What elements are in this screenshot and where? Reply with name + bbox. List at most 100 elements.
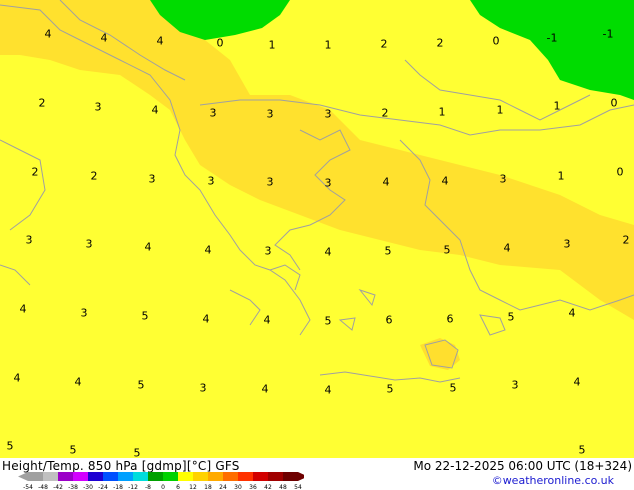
- map-value-label: 4: [44, 27, 52, 41]
- legend-swatch: [238, 472, 253, 481]
- legend-swatch: [163, 472, 178, 481]
- map-value-label: 3: [499, 172, 507, 186]
- map-value-label: 0: [610, 96, 618, 110]
- map-value-label: 3: [511, 378, 519, 392]
- footer-bar: Height/Temp. 850 hPa [gdmp][°C] GFS Mo 2…: [0, 458, 634, 490]
- legend-tick-label: -8: [145, 484, 151, 490]
- legend-tick-label: 36: [249, 484, 257, 490]
- legend-tick-label: 12: [189, 484, 197, 490]
- map-value-label: 4: [74, 375, 82, 389]
- map-value-label: -1: [602, 27, 614, 41]
- map-value-label: 4: [204, 243, 212, 257]
- legend-swatch: [118, 472, 133, 481]
- map-value-label: 2: [31, 165, 39, 179]
- map-value-label: 5: [133, 446, 141, 459]
- legend-swatch: [193, 472, 208, 481]
- legend-tick-label: 6: [176, 484, 180, 490]
- map-value-label: 5: [384, 244, 392, 258]
- legend-swatch: [178, 472, 193, 481]
- map-value-label: 3: [266, 175, 274, 189]
- map-value-label: 1: [438, 105, 446, 119]
- map-value-label: 0: [616, 165, 624, 179]
- map-value-label: 2: [90, 169, 98, 183]
- map-value-label: 5: [137, 378, 145, 392]
- legend-tick-label: -42: [53, 484, 63, 490]
- map-value-label: 3: [563, 237, 571, 251]
- map-value-label: 5: [507, 310, 515, 324]
- map-value-label: 1: [268, 38, 276, 52]
- map-value-label: 5: [578, 443, 586, 457]
- legend-swatch: [223, 472, 238, 481]
- legend-tick-label: 30: [234, 484, 242, 490]
- map-value-label: 3: [80, 306, 88, 320]
- map-value-label: 5: [324, 314, 332, 328]
- map-value-label: 3: [85, 237, 93, 251]
- map-value-label: 4: [503, 241, 511, 255]
- legend-tick-label: 18: [204, 484, 212, 490]
- legend-tick-label: -18: [113, 484, 123, 490]
- credit-link[interactable]: ©weatheronline.co.uk: [492, 474, 614, 487]
- legend-swatch: [103, 472, 118, 481]
- legend-left-arrow: [18, 472, 28, 481]
- map-value-label: 5: [141, 309, 149, 323]
- legend-tick-label: 42: [264, 484, 272, 490]
- temperature-map: 4 4 4 0 1 1 2 2 0 -1 -1 2 3 4 3 3 3 2 1 1 1 0 2 2 3 3 3 3 4 4 3 1 0 3 3 4 4 3…: [0, 0, 634, 458]
- map-value-label: 2: [436, 36, 444, 50]
- map-value-label: 4: [202, 312, 210, 326]
- map-value-label: 3: [207, 174, 215, 188]
- legend-tick-label: -54: [23, 484, 33, 490]
- legend-swatch: [28, 472, 43, 481]
- map-value-label: 1: [553, 99, 561, 113]
- map-value-label: 4: [144, 240, 152, 254]
- map-value-label: 0: [216, 36, 224, 50]
- map-value-label: 5: [386, 382, 394, 396]
- map-value-label: 4: [13, 371, 21, 385]
- legend-swatch: [148, 472, 163, 481]
- map-value-label: 5: [449, 381, 457, 395]
- map-value-label: 4: [263, 313, 271, 327]
- map-value-label: 6: [385, 313, 393, 327]
- legend-swatch: [208, 472, 223, 481]
- legend-tick-label: -38: [68, 484, 78, 490]
- legend-swatch: [58, 472, 73, 481]
- map-value-label: 4: [19, 302, 27, 316]
- map-value-label: 4: [382, 175, 390, 189]
- legend-swatch: [133, 472, 148, 481]
- legend-right-arrow: [298, 472, 304, 481]
- legend-swatch: [88, 472, 103, 481]
- legend-tick-label: 54: [294, 484, 302, 490]
- map-value-label: 3: [94, 100, 102, 114]
- map-value-label: 2: [38, 96, 46, 110]
- map-value-label: 4: [156, 34, 164, 48]
- map-value-label: 4: [100, 31, 108, 45]
- legend-swatch: [283, 472, 298, 481]
- map-value-label: 3: [25, 233, 33, 247]
- legend-swatch: [253, 472, 268, 481]
- map-value-label: 4: [441, 174, 449, 188]
- map-value-label: 2: [380, 37, 388, 51]
- legend-tick-label: -30: [83, 484, 93, 490]
- map-value-label: 1: [324, 38, 332, 52]
- map-value-label: 3: [266, 107, 274, 121]
- legend-tick-label: 48: [279, 484, 287, 490]
- map-value-label: 5: [69, 443, 77, 457]
- legend-swatch: [268, 472, 283, 481]
- map-value-label: 3: [264, 244, 272, 258]
- legend-tick-label: -48: [38, 484, 48, 490]
- legend-tick-label: 24: [219, 484, 227, 490]
- map-value-label: 5: [6, 439, 14, 453]
- map-value-label: 6: [446, 312, 454, 326]
- valid-time: Mo 22-12-2025 06:00 UTC (18+324): [413, 459, 632, 473]
- map-value-label: 3: [209, 106, 217, 120]
- map-value-label: 4: [261, 382, 269, 396]
- map-value-label: 2: [622, 233, 630, 247]
- map-value-label: 3: [324, 107, 332, 121]
- chart-title: Height/Temp. 850 hPa [gdmp][°C] GFS: [2, 459, 240, 473]
- map-value-label: 1: [557, 169, 565, 183]
- map-value-label: 3: [199, 381, 207, 395]
- legend-tick-label: 0: [161, 484, 165, 490]
- legend-tick-label: -24: [98, 484, 108, 490]
- map-value-label: 3: [324, 176, 332, 190]
- map-value-label: 4: [324, 245, 332, 259]
- map-value-label: 4: [573, 375, 581, 389]
